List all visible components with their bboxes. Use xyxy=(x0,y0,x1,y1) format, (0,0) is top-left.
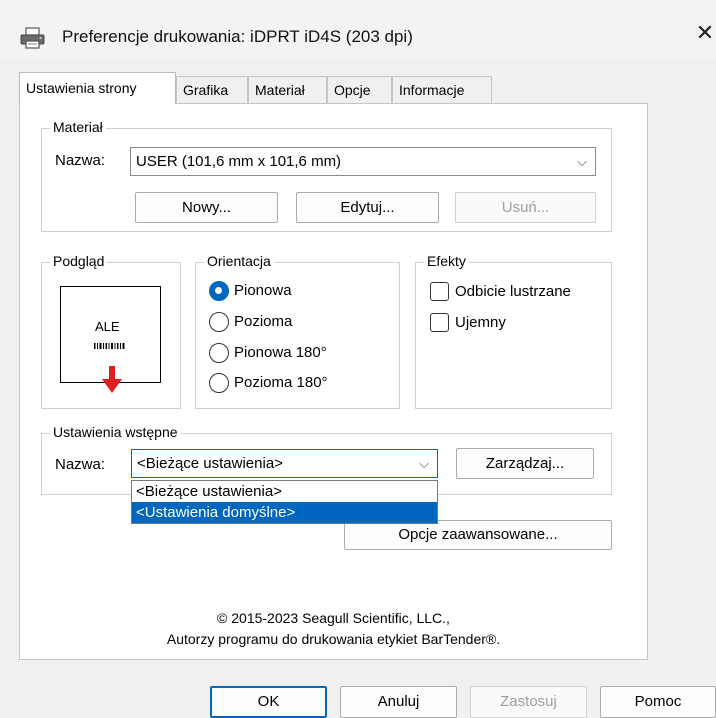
effects-group-label: Efekty xyxy=(424,253,469,269)
radio-pozioma-180-label[interactable]: Pozioma 180° xyxy=(234,374,328,391)
checkbox-ujemny-label[interactable]: Ujemny xyxy=(455,314,506,331)
window-title: Preferencje drukowania: iDPRT iD4S (203 … xyxy=(62,27,413,46)
tab-material[interactable]: Materiał xyxy=(248,76,327,103)
edit-material-button[interactable]: Edytuj... xyxy=(296,192,439,223)
material-name-select[interactable]: USER (101,6 mm x 101,6 mm) ⌵ xyxy=(130,147,596,176)
manage-presets-button[interactable]: Zarządzaj... xyxy=(456,448,594,479)
delete-material-button[interactable]: Usuń... xyxy=(455,192,596,223)
orientation-group-label: Orientacja xyxy=(204,253,274,269)
checkbox-ujemny[interactable] xyxy=(430,313,449,332)
tab-ustawienia-strony[interactable]: Ustawienia strony xyxy=(19,72,176,104)
presets-name-value: <Bieżące ustawienia> xyxy=(137,455,283,472)
tab-opcje[interactable]: Opcje xyxy=(327,76,392,103)
new-material-button[interactable]: Nowy... xyxy=(135,192,278,223)
presets-group-label: Ustawienia wstępne xyxy=(50,424,181,440)
close-icon[interactable]: ✕ xyxy=(694,20,716,46)
chevron-down-icon: ⌵ xyxy=(577,154,587,169)
radio-pozioma-label[interactable]: Pozioma xyxy=(234,313,292,330)
preview-group-label: Podgląd xyxy=(50,253,108,269)
chevron-down-icon: ⌵ xyxy=(419,456,429,471)
preview-sample-text: ALE xyxy=(95,319,120,334)
radio-pionowa-180[interactable] xyxy=(209,343,229,363)
presets-dropdown-list: <Bieżące ustawienia> <Ustawienia domyśln… xyxy=(131,480,438,524)
material-name-value: USER (101,6 mm x 101,6 mm) xyxy=(136,153,342,170)
apply-button[interactable]: Zastosuj xyxy=(470,686,587,718)
dropdown-option-default[interactable]: <Ustawienia domyślne> xyxy=(132,502,437,523)
radio-pionowa-label[interactable]: Pionowa xyxy=(234,282,292,299)
material-name-label: Nazwa: xyxy=(55,152,106,169)
tab-informacje[interactable]: Informacje xyxy=(392,76,492,103)
help-button[interactable]: Pomoc xyxy=(600,686,716,718)
copyright-line-2: Autorzy programu do drukowania etykiet B… xyxy=(166,631,501,647)
checkbox-odbicie-lustrzane-label[interactable]: Odbicie lustrzane xyxy=(455,283,571,300)
dropdown-option-current[interactable]: <Bieżące ustawienia> xyxy=(132,481,437,502)
presets-name-select[interactable]: <Bieżące ustawienia> ⌵ xyxy=(131,449,438,478)
tab-grafika[interactable]: Grafika xyxy=(176,76,248,103)
copyright-line-1: © 2015-2023 Seagull Scientific, LLC., xyxy=(217,610,450,626)
radio-pionowa-180-label[interactable]: Pionowa 180° xyxy=(234,344,327,361)
printer-icon xyxy=(19,26,47,50)
presets-name-label: Nazwa: xyxy=(55,456,106,473)
radio-pozioma-180[interactable] xyxy=(209,373,229,393)
advanced-options-button[interactable]: Opcje zaawansowane... xyxy=(344,520,612,550)
barcode-icon xyxy=(94,336,126,353)
cancel-button[interactable]: Anuluj xyxy=(340,686,457,718)
radio-pozioma[interactable] xyxy=(209,312,229,332)
checkbox-odbicie-lustrzane[interactable] xyxy=(430,282,449,301)
radio-pionowa[interactable] xyxy=(209,281,229,301)
material-group-label: Materiał xyxy=(50,119,106,135)
ok-button[interactable]: OK xyxy=(210,686,327,718)
feed-direction-arrow-icon xyxy=(102,366,122,398)
